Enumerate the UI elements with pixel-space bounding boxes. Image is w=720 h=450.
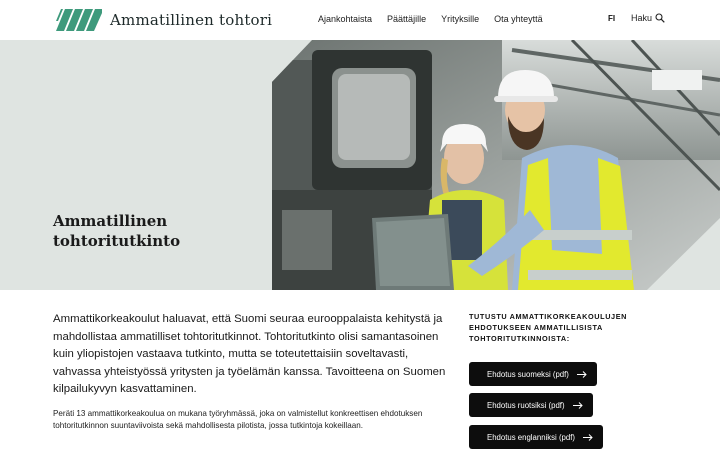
nav-item-ota-yhteytta[interactable]: Ota yhteyttä xyxy=(494,14,543,24)
proposal-finnish-label: Ehdotus suomeksi (pdf) xyxy=(487,369,569,379)
site-logo[interactable]: Ammatillinen tohtori xyxy=(56,9,272,31)
nav-item-paattajille[interactable]: Päättäjille xyxy=(387,14,426,24)
proposal-heading: TUTUSTU AMMATTIKORKEAKOULUJEN EHDOTUKSEE… xyxy=(469,312,628,343)
hero-title: Ammatillinen tohtoritutkinto xyxy=(53,211,180,251)
logo-text: Ammatillinen tohtori xyxy=(110,11,273,29)
search-button[interactable]: Haku xyxy=(631,13,665,23)
intro-section: Ammattikorkeakoulut haluavat, että Suomi… xyxy=(53,311,453,433)
hero-banner: Ammatillinen tohtoritutkinto xyxy=(0,40,720,290)
arrow-right-icon xyxy=(583,433,593,441)
arrow-right-icon xyxy=(572,401,583,409)
proposal-links: TUTUSTU AMMATTIKORKEAKOULUJEN EHDOTUKSEE… xyxy=(469,311,669,449)
proposal-finnish-button[interactable]: Ehdotus suomeksi (pdf) xyxy=(469,362,597,386)
main-nav: Ajankohtaista Päättäjille Yrityksille Ot… xyxy=(318,14,558,24)
proposal-swedish-button[interactable]: Ehdotus ruotsiksi (pdf) xyxy=(469,393,593,417)
search-label: Haku xyxy=(631,13,653,23)
intro-body: Peräti 13 ammattikorkeakoulua on mukana … xyxy=(53,408,423,431)
hero-title-line2: tohtoritutkinto xyxy=(53,232,181,250)
hero-title-line1: Ammatillinen xyxy=(53,212,168,230)
hero-photo xyxy=(272,40,720,290)
brand-stripes-icon xyxy=(56,9,102,31)
proposal-english-label: Ehdotus englanniksi (pdf) xyxy=(487,432,575,442)
proposal-english-button[interactable]: Ehdotus englanniksi (pdf) xyxy=(469,425,603,449)
language-switch[interactable]: FI xyxy=(608,14,615,23)
nav-item-ajankohtaista[interactable]: Ajankohtaista xyxy=(318,14,372,24)
proposal-swedish-label: Ehdotus ruotsiksi (pdf) xyxy=(487,400,565,410)
intro-lead: Ammattikorkeakoulut haluavat, että Suomi… xyxy=(53,313,446,395)
search-icon xyxy=(655,13,665,23)
site-header: Ammatillinen tohtori Ajankohtaista Päätt… xyxy=(0,0,720,40)
nav-item-yrityksille[interactable]: Yrityksille xyxy=(441,14,479,24)
arrow-right-icon xyxy=(576,370,587,378)
